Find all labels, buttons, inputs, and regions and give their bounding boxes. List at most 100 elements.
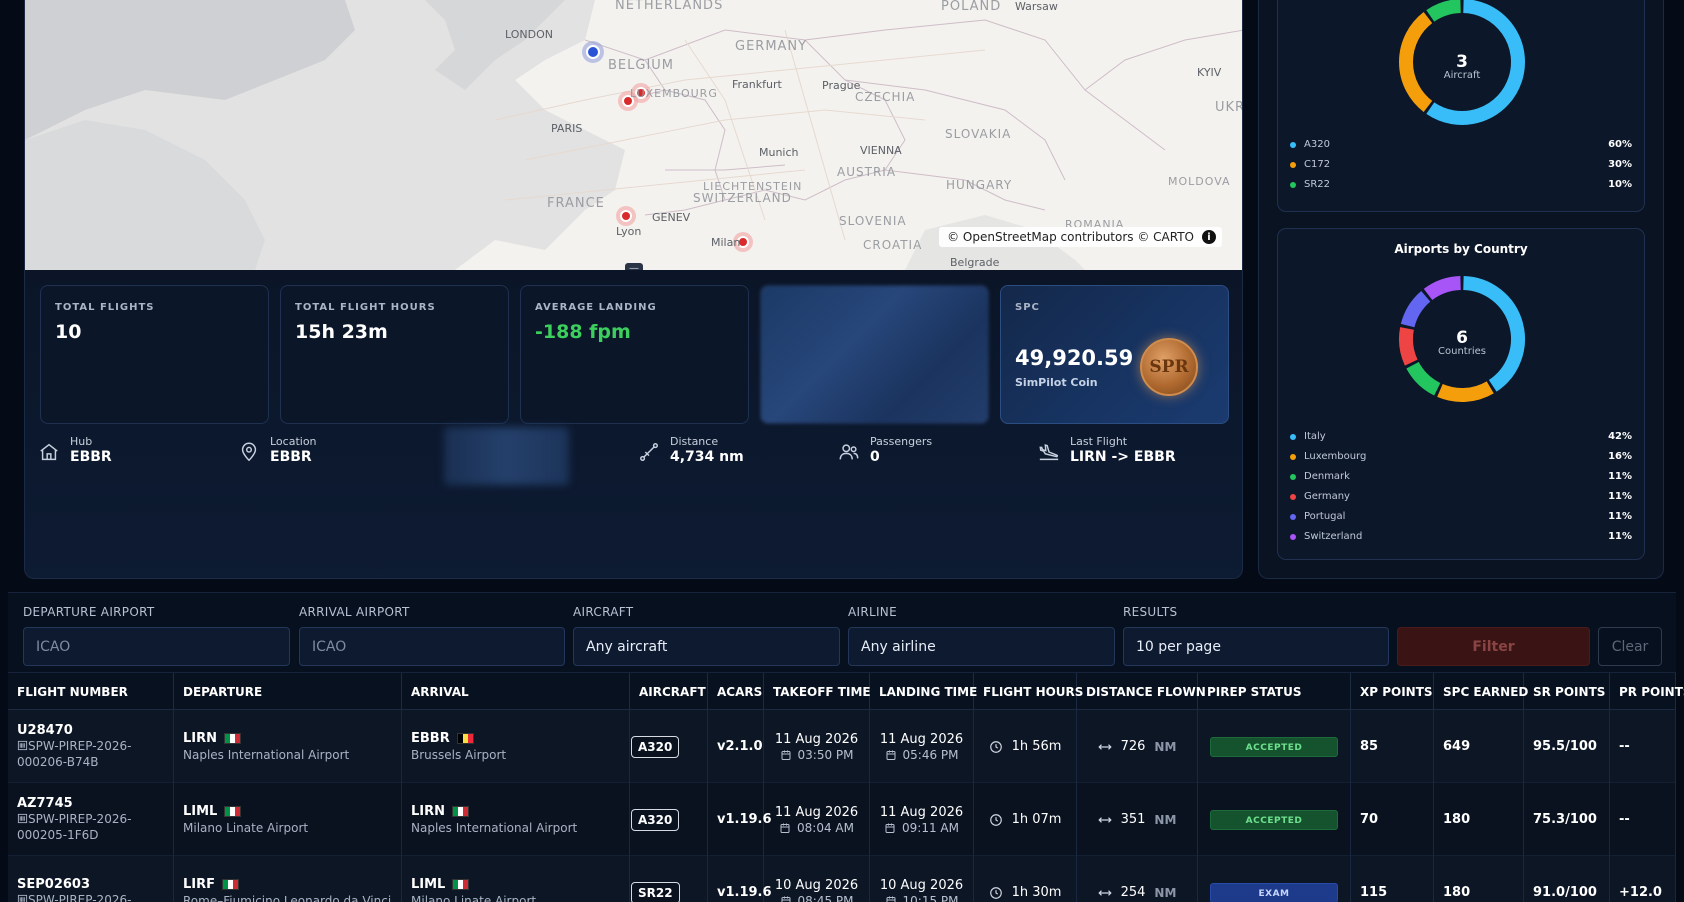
legend-item-italy[interactable]: Italy 42% [1290, 431, 1632, 442]
country-chart-card: Airports by Country 6 Countries Italy 42%… [1277, 228, 1645, 560]
donut-segment-switzerland[interactable] [1423, 276, 1462, 301]
column-header-flight-hours[interactable]: FLIGHT HOURS [974, 673, 1083, 711]
column-header-arrival[interactable]: ARRIVAL [402, 673, 630, 711]
spc-card: SPC 49,920.59 SimPilot Coin SPR [1000, 285, 1229, 424]
location-label: Location [270, 435, 317, 448]
table-row[interactable]: U28470 SPW-PIREP-2026- 000206-B74B LIRN Na… [8, 710, 1676, 783]
arrival-code: LIRN [411, 804, 629, 819]
clear-button[interactable]: Clear [1598, 627, 1662, 666]
column-header-pr-points[interactable]: PR POINTS [1610, 673, 1684, 711]
table-cell: 11 Aug 2026 03:50 PM [764, 710, 870, 783]
info-location: Location EBBR [238, 435, 317, 465]
map-label-belgium: BELGIUM [608, 58, 675, 73]
column-header-takeoff-time[interactable]: TAKEOFF TIME [764, 673, 871, 711]
departure-name: Naples International Airport [183, 748, 350, 762]
legend-name: SR22 [1290, 179, 1330, 190]
column-header-spc-earned[interactable]: SPC EARNED [1434, 673, 1528, 711]
legend-item-c172[interactable]: C172 30% [1290, 159, 1632, 170]
legend-item-sr22[interactable]: SR22 10% [1290, 179, 1632, 190]
column-header-pirep-status[interactable]: PIREP STATUS [1198, 673, 1351, 711]
legend-item-luxembourg[interactable]: Luxembourg 16% [1290, 451, 1632, 462]
distance-value: 4,734 nm [670, 449, 744, 465]
donut-segment-luxembourg[interactable] [1437, 381, 1494, 402]
column-header-flight-number[interactable]: FLIGHT NUMBER [8, 673, 174, 711]
info-icon[interactable]: i [1202, 230, 1216, 244]
map-label-austria: AUSTRIA [837, 165, 897, 179]
calendar-icon [781, 896, 790, 902]
filter-button[interactable]: Filter [1397, 627, 1590, 666]
column-header-acars[interactable]: ACARS [708, 673, 764, 711]
legend-item-portugal[interactable]: Portugal 11% [1290, 511, 1632, 522]
donut-segment-denmark[interactable] [1406, 361, 1441, 396]
donut-segment-portugal[interactable] [1400, 290, 1431, 328]
arrival-code: EBBR [411, 731, 629, 746]
sr-points: 75.3/100 [1533, 812, 1597, 827]
column-header-xp-points[interactable]: XP POINTS [1351, 673, 1434, 711]
pirep-id: SPW-PIREP-2026- [17, 892, 173, 902]
table-cell: 10 Aug 2026 08:45 PM [764, 856, 870, 902]
flight-number[interactable]: SEP02603 [17, 877, 173, 892]
table-cell: -- [1610, 783, 1676, 856]
table-cell: EBBR Brussels Airport [402, 710, 630, 783]
aircraft-count: 3 [1456, 52, 1468, 72]
map-label-frankfurt: Frankfurt [732, 78, 782, 91]
map-label-london: LONDON [505, 28, 553, 41]
takeoff-time: 03:50 PM [780, 748, 854, 762]
column-header-sr-points[interactable]: SR POINTS [1524, 673, 1610, 711]
legend-name: Germany [1290, 491, 1350, 502]
results-per-page-select[interactable]: 10 per page [1123, 627, 1389, 666]
table-cell: A320 [630, 710, 708, 783]
donut-segment-sr22[interactable] [1426, 0, 1462, 22]
country-count-label: Countries [1438, 346, 1486, 357]
legend-item-a320[interactable]: A320 60% [1290, 139, 1632, 150]
table-cell: -- [1610, 710, 1676, 783]
departure-airport-input[interactable]: ICAO [23, 627, 290, 666]
table-cell: EXAM [1198, 856, 1351, 902]
total-hours-value: 15h 23m [295, 321, 388, 343]
aircraft-select[interactable]: Any aircraft [573, 627, 840, 666]
barcode-icon [17, 813, 28, 824]
xp-points: 115 [1360, 885, 1388, 900]
flag-it-icon [222, 879, 240, 890]
info-distance: Distance 4,734 nm [638, 435, 744, 465]
table-cell: 91.0/100 [1524, 856, 1610, 902]
legend-percent: 11% [1608, 531, 1632, 542]
map-label-france: FRANCE [547, 196, 605, 211]
flight-number[interactable]: U28470 [17, 723, 173, 738]
table-cell: 180 [1434, 783, 1524, 856]
table-cell: 726 NM [1077, 710, 1198, 783]
table-cell: U28470 SPW-PIREP-2026- 000206-B74B [8, 710, 174, 783]
pirep-status-badge: EXAM [1210, 882, 1338, 902]
arrival-airport-input[interactable]: ICAO [299, 627, 565, 666]
arrival-name: Brussels Airport [411, 748, 507, 762]
donut-segment-germany[interactable] [1399, 327, 1418, 366]
map-label-slovakia: SLOVAKIA [945, 127, 1012, 141]
plane-landing-icon [1039, 444, 1059, 461]
results-filter-label: RESULTS [1123, 605, 1178, 619]
map-label-geneva: GENEV [652, 211, 691, 224]
table-cell: LIRN Naples International Airport [402, 783, 630, 856]
table-row[interactable]: SEP02603 SPW-PIREP-2026- LIRF Rome–Fiumic… [8, 856, 1676, 902]
flight-number[interactable]: AZ7745 [17, 796, 173, 811]
flight-map[interactable]: NETHERLANDS POLAND Warsaw LONDON GERMANY… [24, 0, 1243, 270]
table-row[interactable]: AZ7745 SPW-PIREP-2026- 000205-1F6D LIML Mi… [8, 783, 1676, 856]
departure-name: Milano Linate Airport [183, 821, 309, 835]
airline-select[interactable]: Any airline [848, 627, 1115, 666]
column-header-distance-flown[interactable]: DISTANCE FLOWN [1077, 673, 1206, 711]
calendar-icon [781, 750, 790, 760]
pirep-id: SPW-PIREP-2026- 000206-B74B [17, 739, 132, 769]
legend-item-denmark[interactable]: Denmark 11% [1290, 471, 1632, 482]
table-cell: 180 [1434, 856, 1524, 902]
landing-date: 11 Aug 2026 [879, 804, 964, 820]
spc-earned: 180 [1443, 812, 1471, 827]
table-cell: ACCEPTED [1198, 710, 1351, 783]
map-attribution[interactable]: © OpenStreetMap contributors © CARTO i [939, 227, 1222, 247]
column-header-aircraft[interactable]: AIRCRAFT [630, 673, 708, 711]
legend-name: Italy [1290, 431, 1326, 442]
legend-item-switzerland[interactable]: Switzerland 11% [1290, 531, 1632, 542]
distance-flown: 726 NM [1097, 739, 1176, 754]
column-header-landing-time[interactable]: LANDING TIME [870, 673, 977, 711]
legend-item-germany[interactable]: Germany 11% [1290, 491, 1632, 502]
calendar-icon [780, 823, 790, 833]
column-header-departure[interactable]: DEPARTURE [174, 673, 402, 711]
